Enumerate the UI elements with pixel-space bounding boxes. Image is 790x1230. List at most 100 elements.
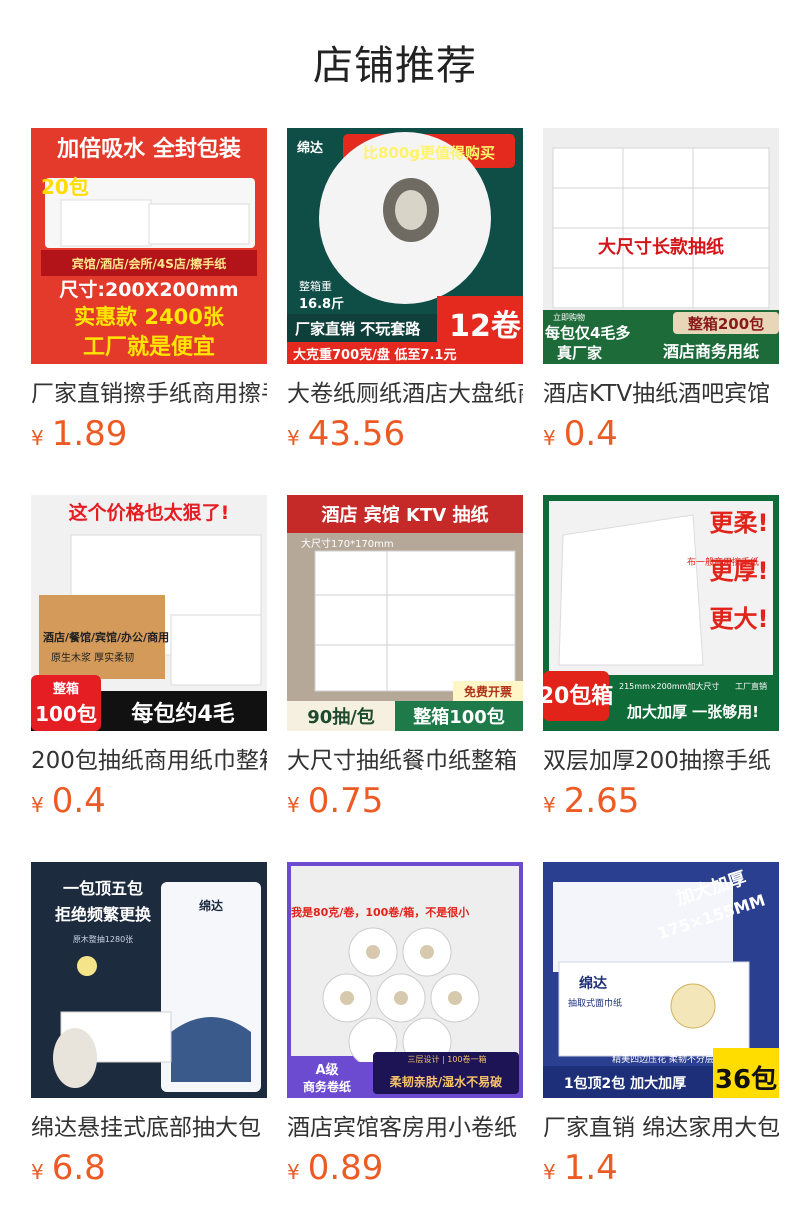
product-name[interactable]: 大卷纸厕纸酒店大盘纸商用 [287, 378, 523, 410]
product-image[interactable]: 一包顶五包 拒绝频繁更换 原木整抽1280张 绵达 [31, 862, 267, 1098]
svg-text:立即购物: 立即购物 [553, 312, 585, 322]
product-name[interactable]: 大尺寸抽纸餐巾纸整箱 [287, 745, 523, 777]
product-name[interactable]: 200包抽纸商用纸巾整箱 [31, 745, 267, 777]
product-card[interactable]: 加倍吸水 全封包装 20包 宾馆/酒店/会所/4S店/擦手纸 尺寸:200X20… [31, 128, 267, 458]
product-image[interactable]: 酒店 宾馆 KTV 抽纸 大尺寸170*170mm 免费开票 90抽/包 整箱1… [287, 495, 523, 731]
product-card[interactable]: 我是80克/卷，100卷/箱，不是很小 A级 商务卷纸 三层设计 | 100卷一… [287, 862, 523, 1192]
price-value: 1.89 [51, 414, 128, 454]
product-image[interactable]: 这个价格也太狠了! 酒店/餐馆/宾馆/办公/商用 原生木浆 厚实柔韧 整箱 10… [31, 495, 267, 731]
svg-text:A级: A级 [315, 1062, 339, 1078]
price-currency: ¥ [543, 793, 556, 817]
product-price: ¥0.89 [287, 1146, 383, 1190]
product-card[interactable]: 加大加厚 175×155MM 绵达 抽取式面巾纸 精美四边压花 柔韧不分层 1包… [543, 862, 779, 1192]
svg-text:原木整抽1280张: 原木整抽1280张 [73, 934, 133, 944]
svg-text:柔韧亲肤/湿水不易破: 柔韧亲肤/湿水不易破 [389, 1074, 502, 1089]
svg-text:尺寸:200X200mm: 尺寸:200X200mm [59, 278, 238, 301]
svg-text:抽取式面巾纸: 抽取式面巾纸 [568, 997, 622, 1009]
svg-text:100包: 100包 [35, 702, 97, 726]
svg-text:更厚!: 更厚! [710, 557, 769, 585]
image-text-0: 加倍吸水 全封包装 [56, 136, 241, 162]
product-card[interactable]: 酒店 宾馆 KTV 抽纸 大尺寸170*170mm 免费开票 90抽/包 整箱1… [287, 495, 523, 825]
svg-text:更大!: 更大! [710, 605, 769, 633]
page-title: 店铺推荐 [313, 43, 477, 89]
product-price: ¥0.75 [287, 779, 383, 823]
svg-text:绵达: 绵达 [579, 975, 607, 992]
price-value: 0.75 [307, 781, 384, 821]
product-image[interactable]: 布一般商用擦手纸 更柔! 更厚! 更大! 215mm×200mm加大尺寸 工厂直… [543, 495, 779, 731]
price-value: 0.89 [307, 1148, 384, 1188]
svg-text:大尺寸长款抽纸: 大尺寸长款抽纸 [598, 236, 724, 258]
price-value: 43.56 [307, 414, 406, 454]
svg-text:绵达: 绵达 [297, 140, 323, 156]
product-name[interactable]: 厂家直销 绵达家用大包 [543, 1112, 779, 1144]
svg-text:绵达: 绵达 [199, 898, 223, 913]
product-image[interactable]: 大尺寸长款抽纸 立即购物 每包仅4毛多 真厂家 整箱200包 酒店商务用纸 [543, 128, 779, 364]
price-currency: ¥ [31, 1160, 44, 1184]
price-value: 2.65 [563, 781, 640, 821]
product-price: ¥6.8 [31, 1146, 106, 1190]
svg-text:整箱: 整箱 [52, 681, 79, 697]
price-currency: ¥ [287, 793, 300, 817]
price-currency: ¥ [31, 793, 44, 817]
product-image-art: 布一般商用擦手纸 更柔! 更厚! 更大! 215mm×200mm加大尺寸 工厂直… [543, 495, 779, 731]
product-image[interactable]: 加大加厚 175×155MM 绵达 抽取式面巾纸 精美四边压花 柔韧不分层 1包… [543, 862, 779, 1098]
svg-text:比800g更值得购买: 比800g更值得购买 [363, 144, 495, 162]
svg-text:宾馆/酒店/会所/4S店/擦手纸: 宾馆/酒店/会所/4S店/擦手纸 [72, 256, 227, 271]
product-image-art: 加倍吸水 全封包装 20包 宾馆/酒店/会所/4S店/擦手纸 尺寸:200X20… [31, 128, 267, 364]
svg-text:实惠款 2400张: 实惠款 2400张 [74, 305, 225, 329]
svg-text:大克重700克/盘 低至7.1元: 大克重700克/盘 低至7.1元 [293, 347, 456, 363]
product-image-art: 一包顶五包 拒绝频繁更换 原木整抽1280张 绵达 [31, 862, 267, 1098]
product-name[interactable]: 酒店KTV抽纸酒吧宾馆 [543, 378, 779, 410]
svg-text:12卷: 12卷 [449, 309, 522, 344]
product-card[interactable]: 大尺寸长款抽纸 立即购物 每包仅4毛多 真厂家 整箱200包 酒店商务用纸 酒店… [543, 128, 779, 458]
product-image-art: 绵达 比800g更值得购买 整箱重 16.8斤 厂家直销 不玩套路 12卷 大克… [287, 128, 523, 364]
product-image-art: 加大加厚 175×155MM 绵达 抽取式面巾纸 精美四边压花 柔韧不分层 1包… [543, 862, 779, 1098]
svg-text:拒绝频繁更换: 拒绝频繁更换 [55, 905, 152, 924]
svg-text:215mm×200mm加大尺寸: 215mm×200mm加大尺寸 [619, 681, 719, 691]
svg-text:这个价格也太狠了!: 这个价格也太狠了! [69, 501, 230, 524]
svg-text:整箱100包: 整箱100包 [412, 706, 505, 728]
product-name[interactable]: 厂家直销擦手纸商用擦手纸 [31, 378, 267, 410]
svg-text:真厂家: 真厂家 [557, 344, 602, 362]
svg-text:整箱200包: 整箱200包 [688, 315, 764, 333]
svg-text:酒店/餐馆/宾馆/办公/商用: 酒店/餐馆/宾馆/办公/商用 [43, 630, 169, 644]
price-currency: ¥ [287, 1160, 300, 1184]
product-card[interactable]: 布一般商用擦手纸 更柔! 更厚! 更大! 215mm×200mm加大尺寸 工厂直… [543, 495, 779, 825]
price-value: 0.4 [51, 781, 106, 821]
product-card[interactable]: 这个价格也太狠了! 酒店/餐馆/宾馆/办公/商用 原生木浆 厚实柔韧 整箱 10… [31, 495, 267, 825]
product-image-art: 大尺寸长款抽纸 立即购物 每包仅4毛多 真厂家 整箱200包 酒店商务用纸 [543, 128, 779, 364]
price-currency: ¥ [287, 426, 300, 450]
svg-text:更柔!: 更柔! [710, 509, 769, 537]
svg-text:我是80克/卷，100卷/箱，不是很小: 我是80克/卷，100卷/箱，不是很小 [291, 905, 469, 919]
svg-text:酒店商务用纸: 酒店商务用纸 [663, 342, 759, 361]
svg-text:加大加厚 一张够用!: 加大加厚 一张够用! [626, 703, 759, 721]
product-name[interactable]: 绵达悬挂式底部抽大包 [31, 1112, 267, 1144]
svg-text:商务卷纸: 商务卷纸 [303, 1079, 351, 1094]
svg-text:精美四边压花 柔韧不分层: 精美四边压花 柔韧不分层 [612, 1053, 714, 1065]
price-value: 1.4 [563, 1148, 618, 1188]
svg-text:三层设计 | 100卷一箱: 三层设计 | 100卷一箱 [407, 1054, 486, 1064]
price-value: 6.8 [51, 1148, 106, 1188]
product-name[interactable]: 双层加厚200抽擦手纸 [543, 745, 779, 777]
svg-text:1包顶2包 加大加厚: 1包顶2包 加大加厚 [564, 1075, 686, 1092]
svg-text:90抽/包: 90抽/包 [307, 706, 375, 728]
svg-text:厂家直销 不玩套路: 厂家直销 不玩套路 [295, 320, 421, 338]
product-name[interactable]: 酒店宾馆客房用小卷纸 [287, 1112, 523, 1144]
product-price: ¥1.4 [543, 1146, 618, 1190]
svg-text:20包箱: 20包箱 [543, 683, 613, 709]
svg-text:每包约4毛: 每包约4毛 [131, 701, 234, 727]
svg-text:整箱重: 整箱重 [299, 279, 332, 293]
svg-text:酒店 宾馆 KTV 抽纸: 酒店 宾馆 KTV 抽纸 [322, 504, 489, 526]
product-price: ¥2.65 [543, 779, 639, 823]
svg-text:原生木浆 厚实柔韧: 原生木浆 厚实柔韧 [51, 651, 134, 664]
price-currency: ¥ [31, 426, 44, 450]
product-image[interactable]: 绵达 比800g更值得购买 整箱重 16.8斤 厂家直销 不玩套路 12卷 大克… [287, 128, 523, 364]
product-image[interactable]: 我是80克/卷，100卷/箱，不是很小 A级 商务卷纸 三层设计 | 100卷一… [287, 862, 523, 1098]
product-image-art: 这个价格也太狠了! 酒店/餐馆/宾馆/办公/商用 原生木浆 厚实柔韧 整箱 10… [31, 495, 267, 731]
product-image[interactable]: 加倍吸水 全封包装 20包 宾馆/酒店/会所/4S店/擦手纸 尺寸:200X20… [31, 128, 267, 364]
svg-text:工厂就是便宜: 工厂就是便宜 [83, 334, 215, 360]
product-card[interactable]: 一包顶五包 拒绝频繁更换 原木整抽1280张 绵达 绵达悬挂式底部抽大包 ¥6.… [31, 862, 267, 1192]
svg-text:36包: 36包 [715, 1064, 777, 1095]
product-card[interactable]: 绵达 比800g更值得购买 整箱重 16.8斤 厂家直销 不玩套路 12卷 大克… [287, 128, 523, 458]
price-currency: ¥ [543, 426, 556, 450]
